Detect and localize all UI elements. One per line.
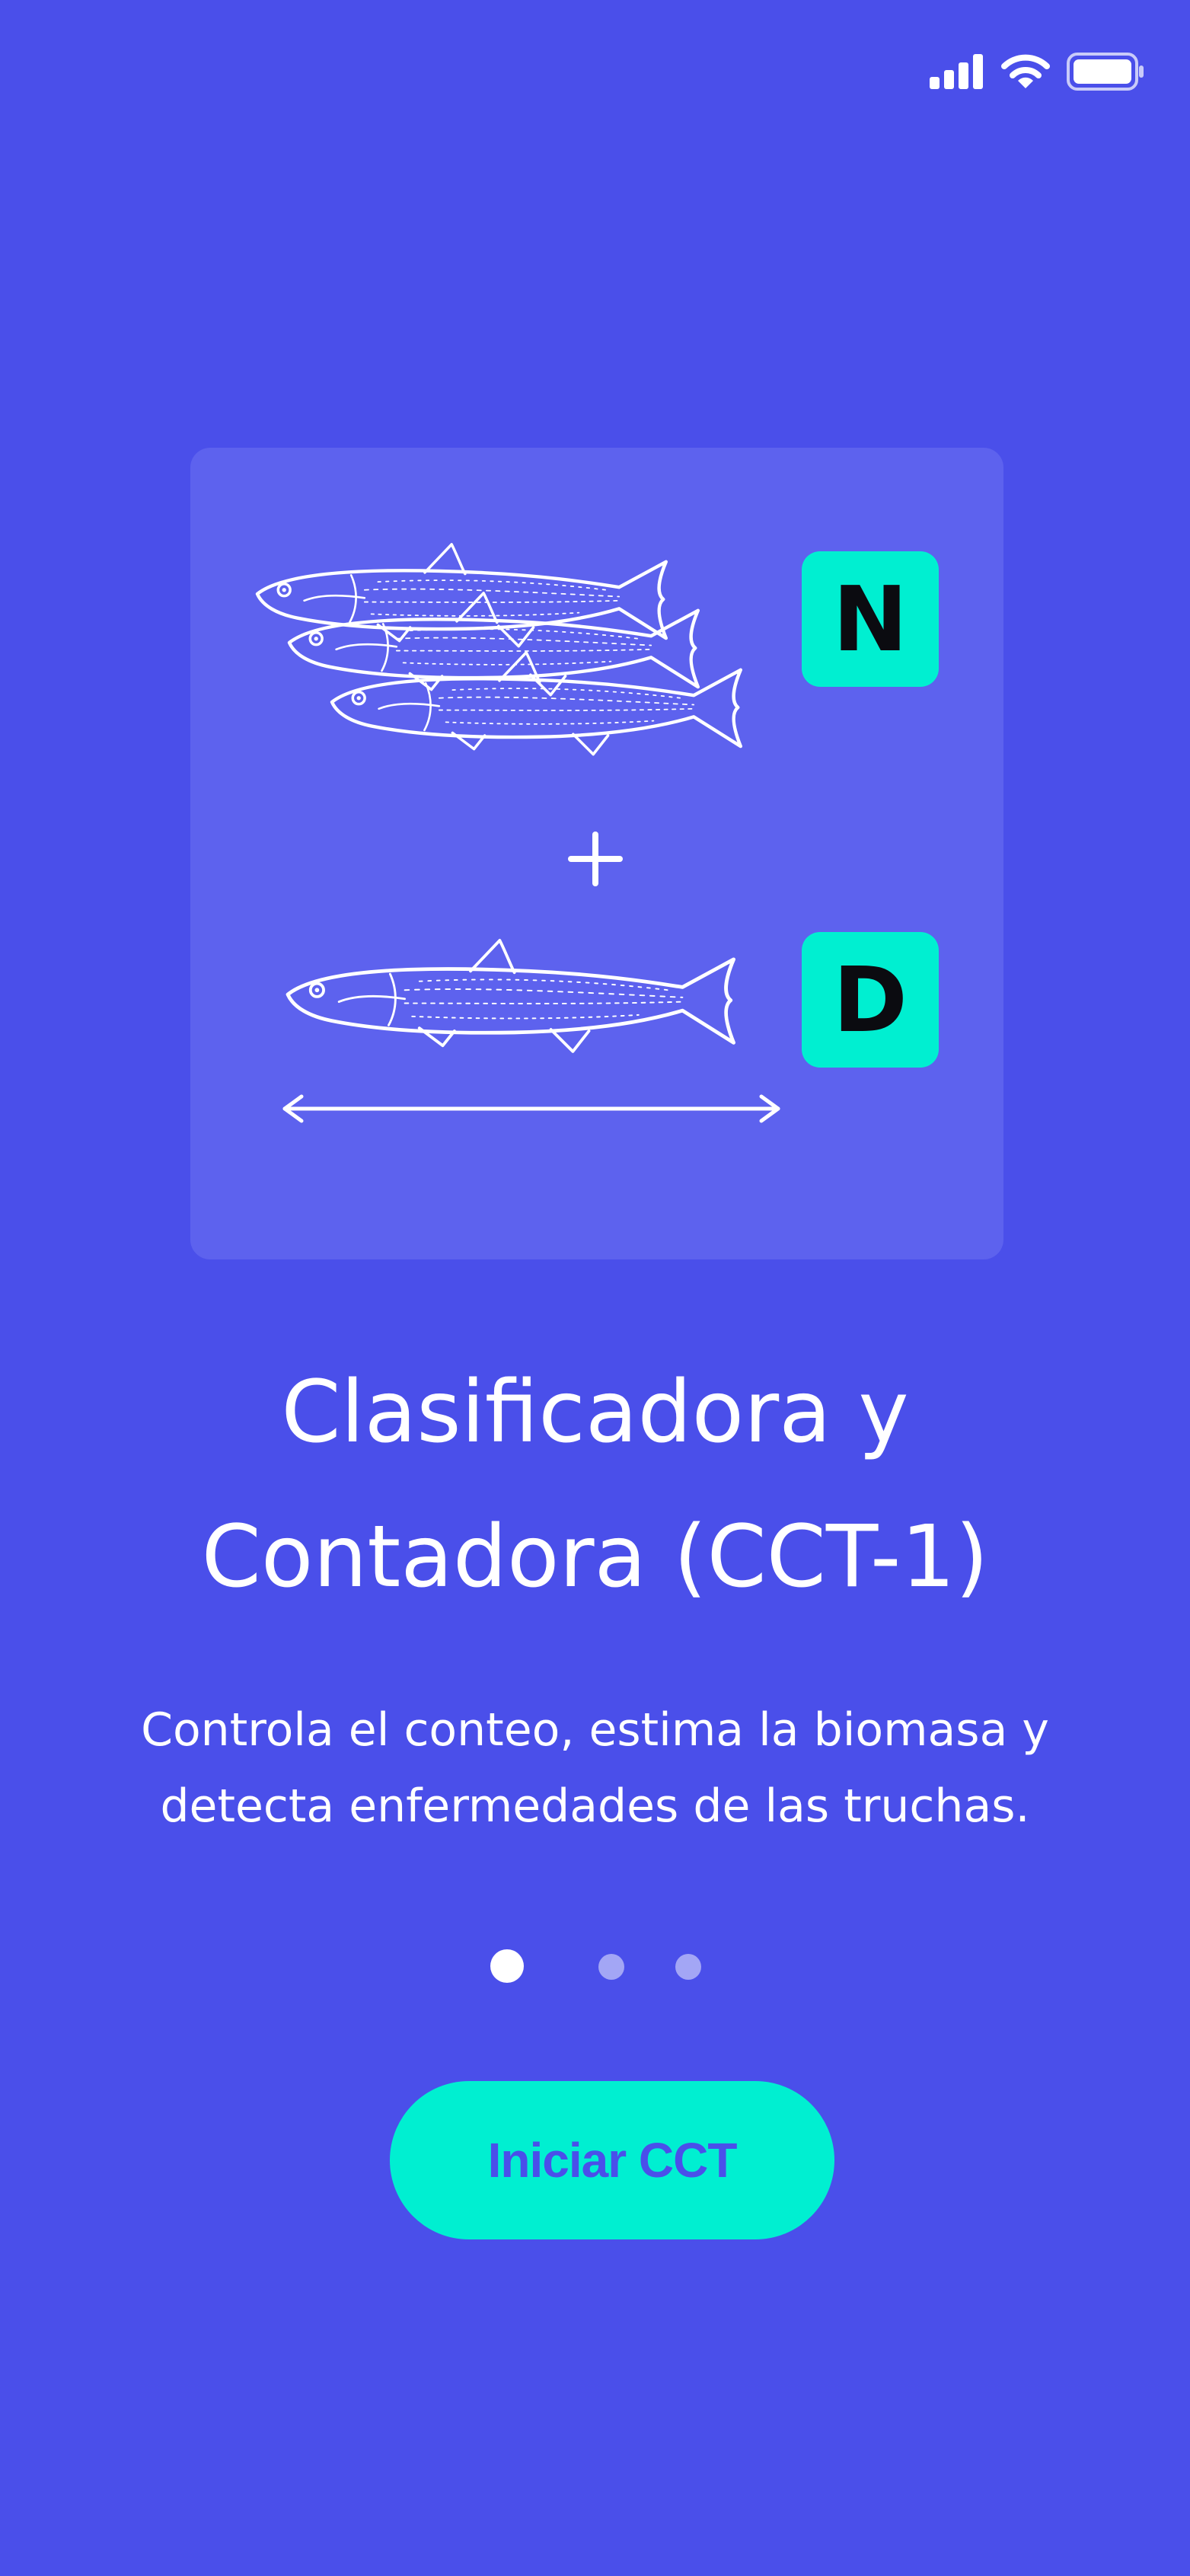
- status-bar: [930, 49, 1144, 94]
- page-dot[interactable]: [598, 1954, 624, 1980]
- cellular-signal-icon: [930, 54, 983, 89]
- page-dot[interactable]: [675, 1954, 701, 1980]
- count-badge: N: [802, 551, 939, 687]
- wifi-icon: [1001, 54, 1050, 88]
- title-line-1: Clasificadora y: [281, 1363, 909, 1462]
- fish-group-icon: [257, 544, 741, 755]
- single-fish-icon: [288, 940, 734, 1052]
- length-arrow-icon: [282, 1094, 780, 1123]
- page-dot-active[interactable]: [490, 1949, 524, 1983]
- page-indicator: [0, 1949, 1190, 1984]
- description-line-2: detecta enfermedades de las truchas.: [160, 1780, 1030, 1833]
- description-line-1: Controla el conteo, estima la biomasa y: [141, 1703, 1049, 1757]
- start-cct-button[interactable]: Iniciar CCT: [390, 2081, 834, 2239]
- dimension-badge: D: [802, 932, 939, 1068]
- title-line-2: Contadora (CCT-1): [201, 1508, 989, 1607]
- illustration-card: N D: [190, 448, 1003, 1259]
- page-title: Clasificadora y Contadora (CCT-1): [0, 1340, 1190, 1630]
- battery-icon: [1067, 53, 1144, 91]
- plus-icon: [568, 832, 623, 886]
- page-description: Controla el conteo, estima la biomasa y …: [114, 1692, 1076, 1844]
